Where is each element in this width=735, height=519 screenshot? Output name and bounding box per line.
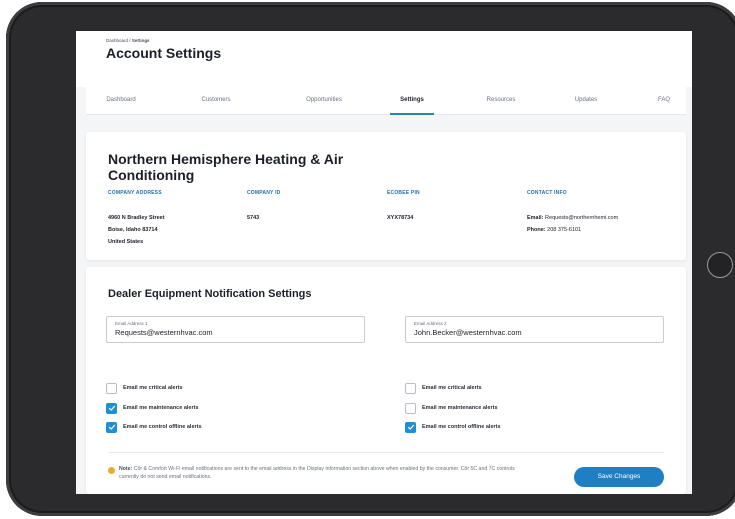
breadcrumb-current: Settings: [131, 38, 150, 43]
checkmark-icon: [108, 405, 115, 411]
contact-phone-row: Phone: 208 375-6101: [527, 224, 618, 236]
company-address-section: COMPANY ADDRESS 4960 N Bradley Street Bo…: [108, 190, 165, 248]
info-dot-icon: [108, 467, 115, 474]
note-label: Note:: [119, 466, 133, 472]
notification-note: Note: Côr & Comfort Wi-Fi email notifica…: [119, 465, 519, 481]
company-address-label: COMPANY ADDRESS: [108, 190, 162, 196]
email-address-2-field[interactable]: Email Address 2 John.Becker@westernhvac.…: [405, 316, 664, 343]
company-info-card: Northern Hemisphere Heating & Air Condit…: [86, 132, 686, 260]
tab-customers[interactable]: Customers: [176, 87, 256, 115]
email2-offline-alerts-label: Email me control offline alerts: [422, 424, 501, 430]
email2-critical-alerts-checkbox[interactable]: [405, 382, 416, 394]
ecobee-pin-section: ECOBEE PIN XYX78734: [387, 190, 420, 224]
breadcrumb-separator: /: [129, 38, 131, 43]
email1-offline-alerts-option[interactable]: Email me control offline alerts: [106, 421, 202, 433]
company-id-label: COMPANY ID: [247, 190, 281, 196]
breadcrumb: Dashboard / Settings: [106, 38, 150, 43]
address-line-3: United States: [108, 239, 144, 245]
company-address-value: 4960 N Bradley Street Boise, Idaho 83714…: [108, 212, 165, 248]
contact-phone-label: Phone:: [527, 227, 546, 233]
company-id-value: 5743: [247, 215, 260, 221]
tablet-frame: Dashboard / Settings Account Settings Da…: [6, 2, 735, 516]
section-divider: [108, 452, 664, 453]
breadcrumb-dashboard-link[interactable]: Dashboard: [106, 38, 128, 43]
email1-maintenance-alerts-checkbox[interactable]: [106, 402, 117, 414]
contact-info-value: Email: Requests@northernhemi.com Phone: …: [527, 212, 618, 236]
email-address-2-label: Email Address 2: [414, 321, 447, 326]
email2-critical-alerts-option[interactable]: Email me critical alerts: [405, 382, 482, 394]
email2-maintenance-alerts-label: Email me maintenance alerts: [422, 405, 498, 411]
email1-maintenance-alerts-label: Email me maintenance alerts: [123, 405, 199, 411]
email2-critical-alerts-label: Email me critical alerts: [422, 385, 482, 391]
email2-maintenance-alerts-option[interactable]: Email me maintenance alerts: [405, 402, 498, 414]
notification-settings-card: Dealer Equipment Notification Settings E…: [86, 267, 686, 494]
tab-settings[interactable]: Settings: [390, 87, 434, 115]
notification-settings-title: Dealer Equipment Notification Settings: [108, 288, 312, 300]
email2-maintenance-alerts-checkbox[interactable]: [405, 402, 416, 414]
contact-phone-value: 208 375-6101: [547, 227, 582, 233]
email2-offline-alerts-checkbox[interactable]: [405, 421, 416, 433]
tab-opportunities[interactable]: Opportunities: [279, 87, 369, 115]
tab-faq[interactable]: FAQ: [646, 87, 682, 115]
email-address-2-input[interactable]: John.Becker@westernhvac.com: [414, 328, 522, 337]
email1-critical-alerts-label: Email me critical alerts: [123, 385, 183, 391]
company-id-section: COMPANY ID 5743: [247, 190, 280, 224]
contact-email-row: Email: Requests@northernhemi.com: [527, 212, 618, 224]
main-nav: Dashboard Customers Opportunities Settin…: [86, 87, 686, 115]
note-body: Côr & Comfort Wi-Fi email notifications …: [119, 466, 515, 480]
email1-offline-alerts-label: Email me control offline alerts: [123, 424, 202, 430]
checkmark-icon: [407, 424, 414, 430]
email1-offline-alerts-checkbox[interactable]: [106, 421, 117, 433]
page-title: Account Settings: [106, 45, 222, 61]
checkmark-icon: [108, 424, 115, 430]
address-line-2: Boise, Idaho 83714: [108, 227, 158, 233]
company-name: Northern Hemisphere Heating & Air Condit…: [108, 151, 344, 183]
page-header: Dashboard / Settings Account Settings: [76, 31, 692, 87]
contact-info-label: CONTACT INFO: [527, 190, 567, 196]
email1-maintenance-alerts-option[interactable]: Email me maintenance alerts: [106, 402, 199, 414]
contact-email-value[interactable]: Requests@northernhemi.com: [545, 215, 618, 221]
save-changes-button[interactable]: Save Changes: [574, 467, 664, 487]
contact-info-section: CONTACT INFO Email: Requests@northernhem…: [527, 190, 618, 236]
email1-critical-alerts-checkbox[interactable]: [106, 382, 117, 394]
email-address-1-input[interactable]: Requests@westernhvac.com: [115, 328, 213, 337]
email-address-1-label: Email Address 1: [115, 321, 148, 326]
contact-email-label: Email:: [527, 215, 544, 221]
email2-offline-alerts-option[interactable]: Email me control offline alerts: [405, 421, 501, 433]
email-address-1-field[interactable]: Email Address 1 Requests@westernhvac.com: [106, 316, 365, 343]
tab-resources[interactable]: Resources: [466, 87, 536, 115]
tab-dashboard[interactable]: Dashboard: [86, 87, 156, 115]
address-line-1: 4960 N Bradley Street: [108, 215, 165, 221]
ecobee-pin-value: XYX78734: [387, 215, 414, 221]
home-button[interactable]: [707, 252, 733, 278]
tab-updates[interactable]: Updates: [556, 87, 616, 115]
ecobee-pin-label: ECOBEE PIN: [387, 190, 420, 196]
app-screen: Dashboard / Settings Account Settings Da…: [76, 31, 692, 494]
email1-critical-alerts-option[interactable]: Email me critical alerts: [106, 382, 183, 394]
